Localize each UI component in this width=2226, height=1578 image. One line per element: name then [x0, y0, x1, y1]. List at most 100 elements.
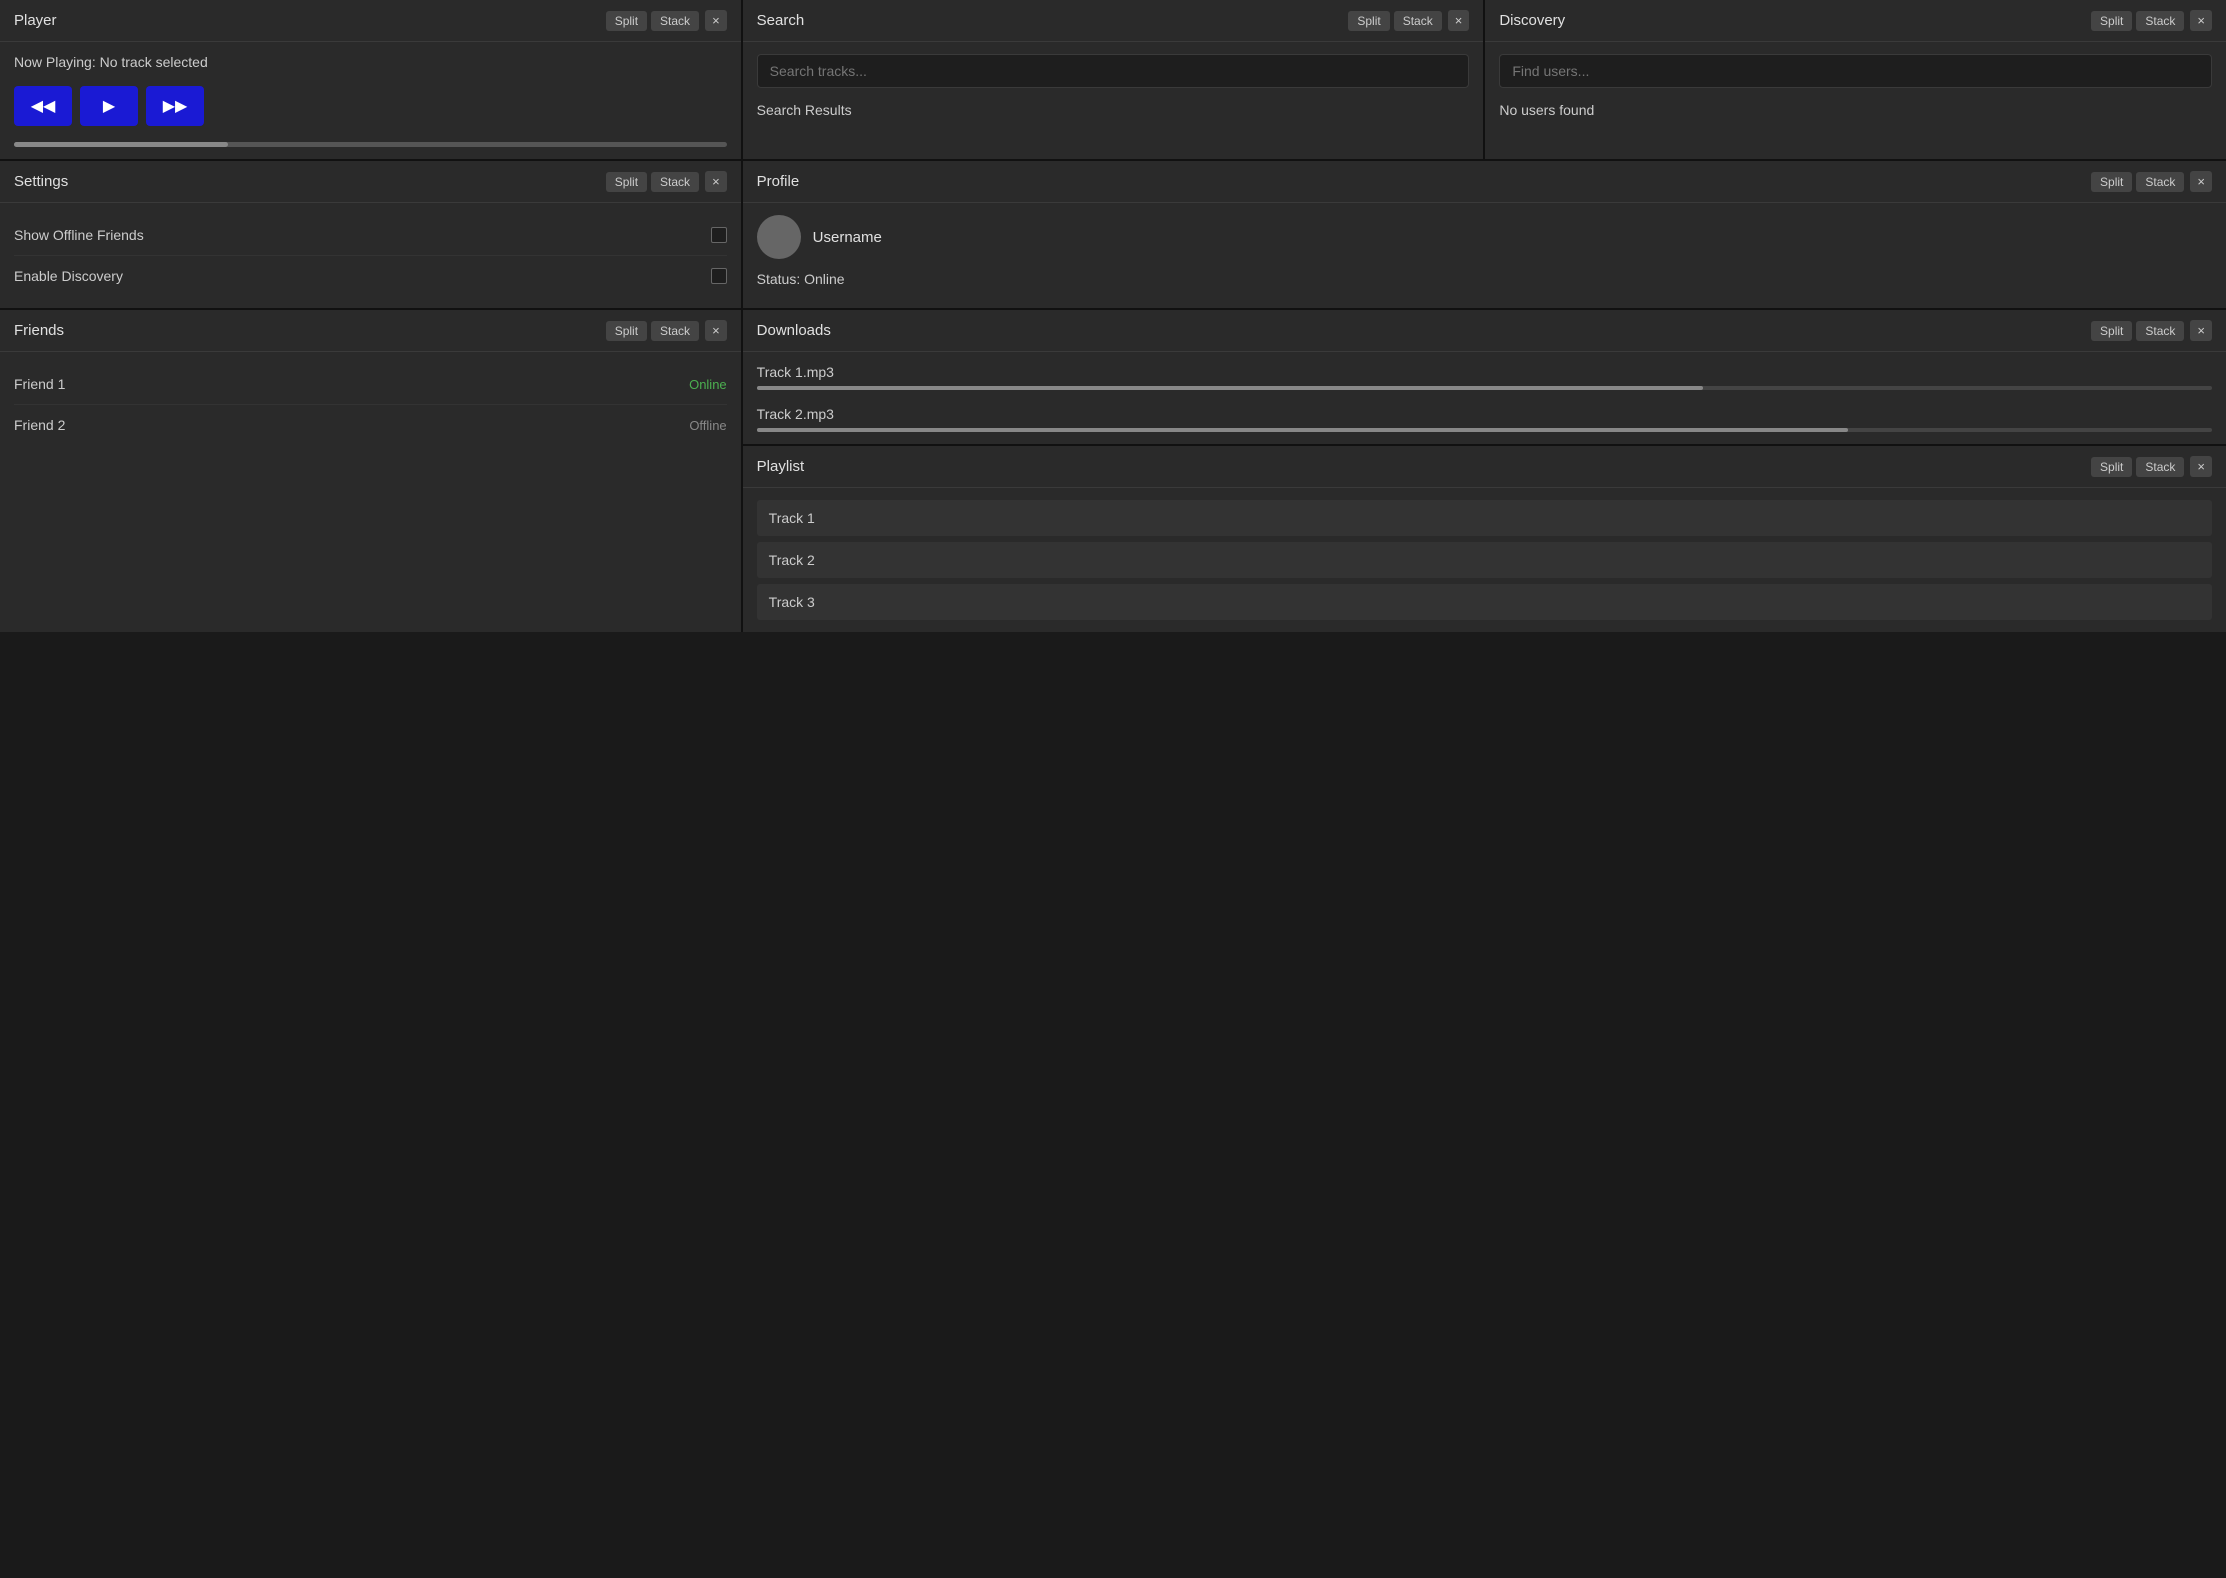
friend-row-2: Friend 2 Offline — [14, 405, 727, 445]
forward-button[interactable]: ▶▶ — [146, 86, 204, 126]
avatar — [757, 215, 801, 259]
settings-header: Settings Split Stack × — [0, 161, 741, 203]
profile-split-button[interactable]: Split — [2091, 172, 2132, 192]
profile-close-button[interactable]: × — [2190, 171, 2212, 192]
download-1-name: Track 1.mp3 — [757, 364, 2212, 380]
player-title: Player — [14, 12, 57, 29]
search-split-button[interactable]: Split — [1348, 11, 1389, 31]
find-users-input[interactable] — [1499, 54, 2212, 88]
downloads-close-button[interactable]: × — [2190, 320, 2212, 341]
offline-friends-label: Show Offline Friends — [14, 227, 144, 243]
playlist-actions: Split Stack × — [2091, 456, 2212, 477]
settings-row-enable-discovery: Enable Discovery — [14, 256, 727, 296]
player-split-button[interactable]: Split — [606, 11, 647, 31]
search-input[interactable] — [757, 54, 1470, 88]
download-1-bar — [757, 386, 2212, 390]
discovery-title: Discovery — [1499, 12, 1565, 29]
playlist-item-3[interactable]: Track 3 — [757, 584, 2212, 620]
friends-body: Friend 1 Online Friend 2 Offline — [0, 352, 741, 632]
player-panel: Player Split Stack × Now Playing: No tra… — [0, 0, 741, 159]
profile-body: Username Status: Online — [743, 203, 2226, 308]
player-controls: ◀◀ ▶ ▶▶ — [14, 86, 727, 126]
profile-panel: Profile Split Stack × Username Status: O… — [743, 161, 2226, 308]
settings-close-button[interactable]: × — [705, 171, 727, 192]
playlist-stack-button[interactable]: Stack — [2136, 457, 2184, 477]
download-item-1: Track 1.mp3 — [757, 364, 2212, 390]
player-progress-bar[interactable] — [14, 142, 727, 147]
friend-1-name: Friend 1 — [14, 376, 65, 392]
profile-title: Profile — [757, 173, 800, 190]
player-header: Player Split Stack × — [0, 0, 741, 42]
forward-icon: ▶▶ — [163, 96, 188, 116]
settings-actions: Split Stack × — [606, 171, 727, 192]
playlist-title: Playlist — [757, 458, 805, 475]
play-button[interactable]: ▶ — [80, 86, 138, 126]
search-results-label: Search Results — [757, 102, 1470, 118]
downloads-actions: Split Stack × — [2091, 320, 2212, 341]
enable-discovery-checkbox[interactable] — [711, 268, 727, 284]
search-header: Search Split Stack × — [743, 0, 1484, 42]
search-stack-button[interactable]: Stack — [1394, 11, 1442, 31]
settings-split-button[interactable]: Split — [606, 172, 647, 192]
play-icon: ▶ — [103, 96, 115, 116]
friends-close-button[interactable]: × — [705, 320, 727, 341]
right-col-row3: Downloads Split Stack × Track 1.mp3 Trac… — [743, 310, 2226, 632]
player-body: Now Playing: No track selected ◀◀ ▶ ▶▶ — [0, 42, 741, 159]
friends-split-button[interactable]: Split — [606, 321, 647, 341]
downloads-panel: Downloads Split Stack × Track 1.mp3 Trac… — [743, 310, 2226, 444]
profile-status: Status: Online — [757, 271, 2212, 287]
discovery-actions: Split Stack × — [2091, 10, 2212, 31]
discovery-body: No users found — [1485, 42, 2226, 159]
playlist-header: Playlist Split Stack × — [743, 446, 2226, 488]
player-progress-fill — [14, 142, 228, 147]
settings-title: Settings — [14, 173, 68, 190]
downloads-stack-button[interactable]: Stack — [2136, 321, 2184, 341]
discovery-close-button[interactable]: × — [2190, 10, 2212, 31]
player-stack-button[interactable]: Stack — [651, 11, 699, 31]
settings-row-offline-friends: Show Offline Friends — [14, 215, 727, 256]
downloads-header: Downloads Split Stack × — [743, 310, 2226, 352]
playlist-body: Track 1 Track 2 Track 3 — [743, 488, 2226, 632]
search-actions: Split Stack × — [1348, 10, 1469, 31]
friends-panel: Friends Split Stack × Friend 1 Online Fr… — [0, 310, 741, 632]
friend-2-name: Friend 2 — [14, 417, 65, 433]
rewind-button[interactable]: ◀◀ — [14, 86, 72, 126]
playlist-item-1[interactable]: Track 1 — [757, 500, 2212, 536]
friends-title: Friends — [14, 322, 64, 339]
player-actions: Split Stack × — [606, 10, 727, 31]
settings-stack-button[interactable]: Stack — [651, 172, 699, 192]
discovery-header: Discovery Split Stack × — [1485, 0, 2226, 42]
username-label: Username — [813, 229, 882, 246]
settings-body: Show Offline Friends Enable Discovery — [0, 203, 741, 308]
player-close-button[interactable]: × — [705, 10, 727, 31]
search-title: Search — [757, 12, 805, 29]
downloads-split-button[interactable]: Split — [2091, 321, 2132, 341]
no-users-label: No users found — [1499, 102, 2212, 118]
profile-actions: Split Stack × — [2091, 171, 2212, 192]
download-2-fill — [757, 428, 1849, 432]
offline-friends-checkbox[interactable] — [711, 227, 727, 243]
rewind-icon: ◀◀ — [31, 96, 56, 116]
profile-header: Profile Split Stack × — [743, 161, 2226, 203]
friends-stack-button[interactable]: Stack — [651, 321, 699, 341]
profile-stack-button[interactable]: Stack — [2136, 172, 2184, 192]
friend-2-status: Offline — [689, 418, 726, 433]
enable-discovery-label: Enable Discovery — [14, 268, 123, 284]
download-2-bar — [757, 428, 2212, 432]
download-1-fill — [757, 386, 1703, 390]
playlist-item-2[interactable]: Track 2 — [757, 542, 2212, 578]
discovery-stack-button[interactable]: Stack — [2136, 11, 2184, 31]
playlist-split-button[interactable]: Split — [2091, 457, 2132, 477]
profile-top: Username — [757, 215, 2212, 259]
discovery-split-button[interactable]: Split — [2091, 11, 2132, 31]
search-close-button[interactable]: × — [1448, 10, 1470, 31]
now-playing-label: Now Playing: No track selected — [14, 54, 727, 70]
friends-header: Friends Split Stack × — [0, 310, 741, 352]
search-body: Search Results — [743, 42, 1484, 159]
friend-1-status: Online — [689, 377, 727, 392]
download-2-name: Track 2.mp3 — [757, 406, 2212, 422]
playlist-close-button[interactable]: × — [2190, 456, 2212, 477]
downloads-title: Downloads — [757, 322, 831, 339]
search-panel: Search Split Stack × Search Results — [743, 0, 1484, 159]
friend-row-1: Friend 1 Online — [14, 364, 727, 405]
